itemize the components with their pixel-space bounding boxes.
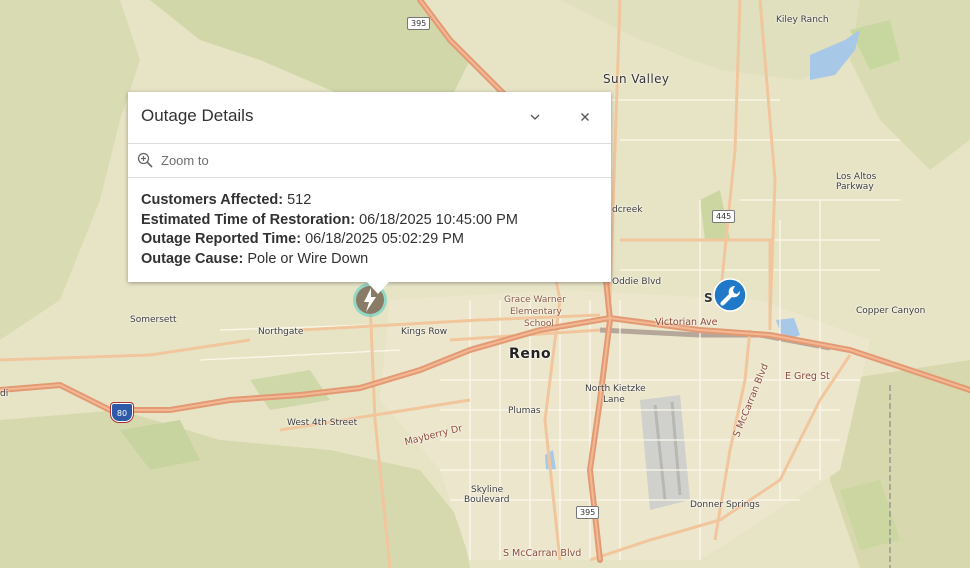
place-label-left-edge: di xyxy=(0,389,9,399)
zoom-to-button[interactable]: Zoom to xyxy=(128,144,611,178)
field-outage-reported-time: Outage Reported Time: 06/18/2025 05:02:2… xyxy=(141,230,598,250)
place-label-wildcreek: dcreek xyxy=(612,205,643,215)
map-view[interactable]: Sun Valley Kiley Ranch Los Altos Parkway… xyxy=(0,0,970,568)
place-label-grace-warner: Grace Warner xyxy=(504,295,566,305)
popup-title: Outage Details xyxy=(141,106,254,125)
place-label-los-altos: Los Altos xyxy=(836,172,877,182)
basemap xyxy=(0,0,970,568)
field-outage-cause: Outage Cause: Pole or Wire Down xyxy=(141,250,598,270)
road-label-e-greg-st: E Greg St xyxy=(785,371,830,382)
outage-details-popup: Outage Details Zoom to Customers Affecte… xyxy=(128,92,611,294)
field-label: Customers Affected: xyxy=(141,192,284,208)
highway-shield-nv445: 445 xyxy=(712,210,736,223)
road-label-west-4th-street: West 4th Street xyxy=(287,418,358,428)
popup-pointer xyxy=(367,282,389,294)
place-label-north-kietzke: North Kietzke xyxy=(585,384,646,394)
place-label-reno: Reno xyxy=(509,346,552,362)
place-label-los-altos-parkway: Parkway xyxy=(836,182,874,192)
place-label-copper-canyon: Copper Canyon xyxy=(856,306,926,316)
field-value: 512 xyxy=(287,192,312,208)
field-label: Outage Reported Time: xyxy=(141,231,302,247)
place-label-skyline-boulevard: Boulevard xyxy=(464,495,510,505)
field-value: 06/18/2025 05:02:29 PM xyxy=(305,231,464,247)
interstate-shield-i80: 80 xyxy=(111,403,133,422)
field-customers-affected: Customers Affected: 512 xyxy=(141,191,598,211)
place-label-north-kietzke-lane: Lane xyxy=(603,395,625,405)
popup-content: Customers Affected: 512 Estimated Time o… xyxy=(128,178,611,282)
place-label-sun-valley: Sun Valley xyxy=(603,72,670,86)
field-estimated-restoration: Estimated Time of Restoration: 06/18/202… xyxy=(141,211,598,231)
close-icon xyxy=(581,113,589,121)
field-value: Pole or Wire Down xyxy=(247,250,369,267)
wrench-icon[interactable] xyxy=(713,278,747,317)
place-label-school: School xyxy=(524,319,554,329)
close-button[interactable] xyxy=(575,107,595,127)
field-value: 06/18/2025 10:45:00 PM xyxy=(359,211,518,228)
highway-shield-us395-south: 395 xyxy=(576,506,600,519)
place-label-kiley-ranch: Kiley Ranch xyxy=(776,15,829,25)
road-label-s-mccarran-horizontal: S McCarran Blvd xyxy=(503,548,582,559)
chevron-down-icon xyxy=(530,114,540,120)
place-label-kings-row: Kings Row xyxy=(401,327,448,337)
field-label: Estimated Time of Restoration: xyxy=(141,211,356,228)
collapse-button[interactable] xyxy=(525,107,545,127)
place-label-skyline: Skyline xyxy=(471,485,504,495)
place-label-northgate: Northgate xyxy=(258,327,304,337)
road-label-victorian-ave: Victorian Ave xyxy=(655,317,718,328)
zoom-in-icon xyxy=(137,152,153,168)
field-label: Outage Cause: xyxy=(141,250,244,267)
place-label-plumas: Plumas xyxy=(508,406,541,416)
place-label-donner-springs: Donner Springs xyxy=(690,500,760,510)
popup-header: Outage Details xyxy=(128,92,611,144)
place-label-elementary: Elementary xyxy=(510,307,562,317)
place-label-somersett: Somersett xyxy=(130,315,177,325)
place-label-oddie-blvd: Oddie Blvd xyxy=(612,277,662,287)
highway-shield-us395-north: 395 xyxy=(407,17,431,30)
zoom-to-label: Zoom to xyxy=(161,153,209,168)
